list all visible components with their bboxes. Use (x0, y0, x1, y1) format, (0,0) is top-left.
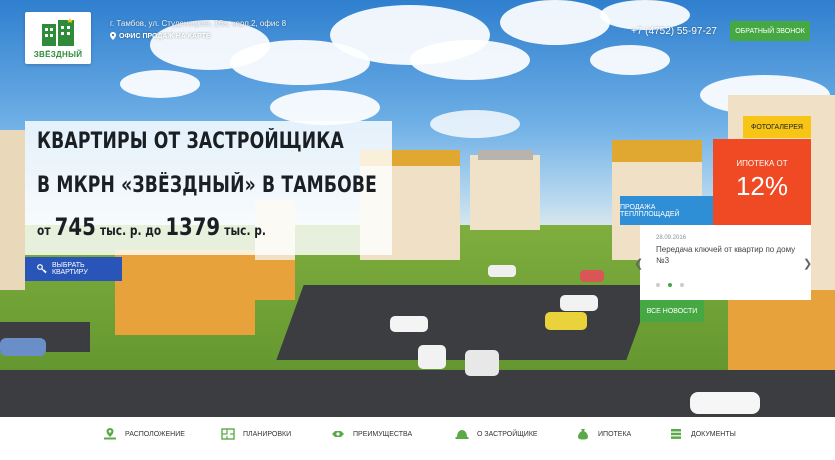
news-pagination (656, 283, 684, 287)
nav-mortgage[interactable]: ИПОТЕКА (576, 428, 631, 440)
logo-building-icon (42, 18, 74, 46)
office-map-link-label: ОФИС ПРОДАЖ НА КАРТЕ (119, 32, 211, 40)
price-min: 745 (54, 213, 96, 241)
greenhouse-sale-tile[interactable]: ПРОДАЖА ТЕПЛПЛОЩАДЕЙ (620, 196, 713, 225)
nav-floorplans[interactable]: ПЛАНИРОВКИ (221, 428, 291, 440)
news-dot-active[interactable] (668, 283, 672, 287)
nav-advantages[interactable]: ПРЕИМУЩЕСТВА (331, 428, 412, 440)
callback-button[interactable]: ОБРАТНЫЙ ЗВОНОК (730, 21, 810, 41)
advantages-icon (332, 431, 344, 437)
photo-gallery-tile[interactable]: ФОТОГАЛЕРЕЯ (743, 116, 811, 138)
all-news-button[interactable]: ВСЕ НОВОСТИ (640, 300, 704, 322)
office-map-link[interactable]: ОФИС ПРОДАЖ НА КАРТЕ (110, 32, 211, 40)
key-icon (37, 264, 47, 274)
location-icon (104, 428, 116, 440)
nav-location[interactable]: РАСПОЛОЖЕНИЕ (103, 428, 185, 440)
hero-title-line1: КВАРТИРЫ ОТ ЗАСТРОЙЩИКА (37, 129, 344, 154)
moneybag-icon (578, 429, 588, 440)
hero-title-line2: В МКРН «ЗВЁЗДНЫЙ» В ТАМБОВЕ (37, 173, 377, 198)
mortgage-label: ИПОТЕКА ОТ (736, 159, 788, 168)
news-title[interactable]: Передача ключей от квартир по дому №3 (656, 244, 806, 266)
news-next-arrow[interactable]: ❯ (803, 257, 812, 270)
nav-developer[interactable]: О ЗАСТРОЙЩИКЕ (455, 428, 538, 440)
floorplan-icon (221, 428, 235, 440)
news-dot[interactable] (680, 283, 684, 287)
nav-mortgage-label: ИПОТЕКА (598, 430, 632, 438)
choose-apartment-button[interactable]: ВЫБРАТЬ КВАРТИРУ (25, 257, 122, 281)
news-dot[interactable] (656, 283, 660, 287)
map-pin-icon (110, 32, 116, 40)
helmet-icon (455, 430, 469, 439)
price-unit-2: тыс. р. (224, 224, 266, 239)
phone-number[interactable]: +7 (4752) 55-97-27 (631, 26, 717, 37)
nav-documents-label: ДОКУМЕНТЫ (691, 430, 736, 438)
choose-apartment-label: ВЫБРАТЬ КВАРТИРУ (51, 262, 88, 276)
news-slider: ❮ 28.09.2016 Передача ключей от квартир … (634, 225, 812, 300)
documents-icon (671, 429, 681, 439)
price-max: 1379 (165, 213, 221, 241)
office-address: г. Тамбов, ул. Студенецкая, 16а, корп.2,… (110, 19, 287, 28)
price-from: от (37, 224, 51, 239)
nav-location-label: РАСПОЛОЖЕНИЕ (125, 430, 185, 438)
news-prev-arrow[interactable]: ❮ (634, 257, 643, 270)
logo-text: ЗВЁЗДНЫЙ (33, 50, 83, 59)
nav-documents[interactable]: ДОКУМЕНТЫ (669, 428, 736, 440)
nav-floorplans-label: ПЛАНИРОВКИ (243, 430, 292, 438)
hero-panel: КВАРТИРЫ ОТ ЗАСТРОЙЩИКА В МКРН «ЗВЁЗДНЫЙ… (25, 121, 392, 255)
hero-price: от 745 тыс. р. до 1379 тыс. р. (37, 213, 266, 241)
nav-developer-label: О ЗАСТРОЙЩИКЕ (477, 430, 538, 438)
nav-advantages-label: ПРЕИМУЩЕСТВА (353, 430, 413, 438)
price-unit-1: тыс. р. до (99, 224, 162, 239)
mortgage-tile[interactable]: ИПОТЕКА ОТ 12% (713, 139, 811, 225)
site-logo[interactable]: ЗВЁЗДНЫЙ (25, 12, 91, 64)
mortgage-rate: 12% (735, 171, 789, 201)
news-date: 28.09.2016 (656, 235, 687, 241)
